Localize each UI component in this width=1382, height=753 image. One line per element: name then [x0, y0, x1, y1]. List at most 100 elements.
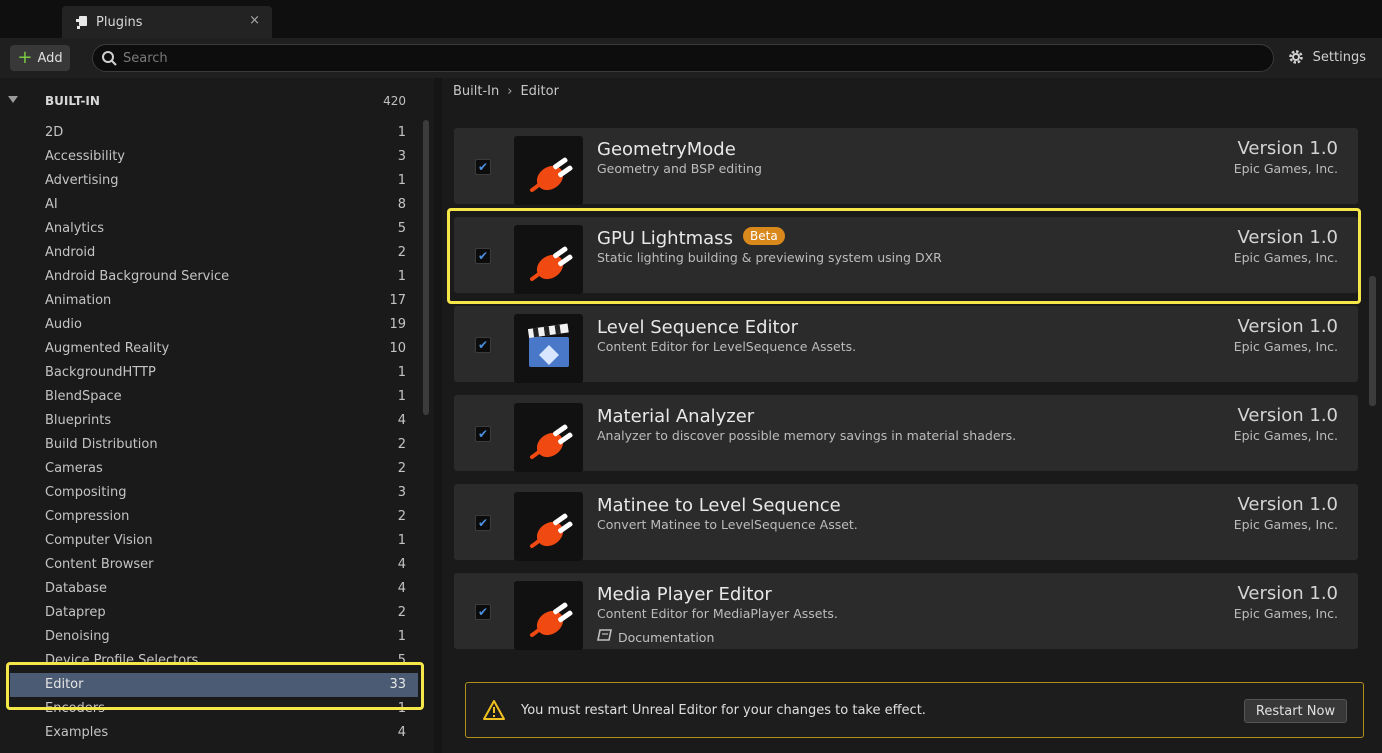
sidebar-item-build-distribution[interactable]: Build Distribution 2 — [10, 433, 418, 457]
sidebar-item-accessibility[interactable]: Accessibility 3 — [10, 145, 418, 169]
sidebar-item-count: 5 — [397, 221, 406, 236]
gear-icon — [1288, 50, 1303, 64]
sidebar-item-label: Examples — [45, 725, 109, 740]
sidebar-item-computer-vision[interactable]: Computer Vision 1 — [10, 529, 418, 553]
sidebar-item-label: Compositing — [45, 485, 127, 500]
sidebar-item-count: 1 — [397, 389, 406, 404]
sidebar-item-label: BlendSpace — [45, 389, 122, 404]
enabled-checkbox[interactable]: ✔ — [475, 604, 491, 620]
sidebar-item-label: 2D — [45, 125, 64, 140]
sidebar-item-label: Database — [45, 581, 108, 596]
plug-icon — [514, 403, 583, 472]
sidebar-item-advertising[interactable]: Advertising 1 — [10, 169, 418, 193]
sidebar-item-android-background-service[interactable]: Android Background Service 1 — [10, 265, 418, 289]
plugin-description: Analyzer to discover possible memory sav… — [597, 428, 1017, 443]
restart-notice: You must restart Unreal Editor for your … — [465, 682, 1364, 738]
sidebar-item-compression[interactable]: Compression 2 — [10, 505, 418, 529]
sidebar-item-audio[interactable]: Audio 19 — [10, 313, 418, 337]
plugin-card-material-analyzer[interactable]: ✔ Material Analyzer Analyzer to discover p… — [454, 395, 1358, 472]
sidebar-item-animation[interactable]: Animation 17 — [10, 289, 418, 313]
search-input[interactable] — [123, 50, 1223, 66]
sidebar-item-content-browser[interactable]: Content Browser 4 — [10, 553, 418, 577]
sidebar-item-label: Android — [45, 245, 96, 260]
plugin-highlight-frame — [447, 208, 1361, 304]
settings-button[interactable]: Settings — [1287, 48, 1366, 66]
sidebar-item-label: Content Browser — [45, 557, 154, 572]
sidebar-item-database[interactable]: Database 4 — [10, 577, 418, 601]
sidebar-item-examples[interactable]: Examples 4 — [10, 721, 418, 745]
enabled-checkbox[interactable]: ✔ — [475, 426, 491, 442]
sidebar-item-label: Dataprep — [45, 605, 106, 620]
plugin-description: Geometry and BSP editing — [597, 161, 762, 176]
sidebar-item-label: Animation — [45, 293, 112, 308]
plugin-author: Epic Games, Inc. — [1233, 339, 1338, 354]
plugin-name: GeometryMode — [597, 139, 736, 160]
sidebar-item-analytics[interactable]: Analytics 5 — [10, 217, 418, 241]
sidebar-item-label: Android Background Service — [45, 269, 230, 284]
add-button-label: Add — [37, 50, 63, 66]
sidebar-item-augmented-reality[interactable]: Augmented Reality 10 — [10, 337, 418, 361]
sidebar-item-cameras[interactable]: Cameras 2 — [10, 457, 418, 481]
documentation-label: Documentation — [618, 629, 715, 645]
plugin-card-geometrymode[interactable]: ✔ GeometryMode Geometry and BSP editing Ver… — [454, 128, 1358, 205]
sidebar-item-count: 1 — [397, 629, 406, 644]
plugin-list-scrollbar[interactable] — [1369, 276, 1376, 406]
sidebar-item-count: 1 — [397, 125, 406, 140]
documentation-link[interactable]: Documentation — [597, 629, 714, 645]
sidebar-item-label: Computer Vision — [45, 533, 153, 548]
sidebar-item-ai[interactable]: AI 8 — [10, 193, 418, 217]
sidebar-item-blendspace[interactable]: BlendSpace 1 — [10, 385, 418, 409]
warning-icon — [483, 700, 505, 720]
enabled-checkbox[interactable]: ✔ — [475, 337, 491, 353]
plugin-author: Epic Games, Inc. — [1233, 161, 1338, 176]
toolbar: + Add Settings — [0, 38, 1382, 78]
close-icon[interactable]: × — [249, 13, 260, 28]
add-button[interactable]: + Add — [10, 45, 70, 71]
sidebar-item-label: Audio — [45, 317, 82, 332]
sidebar-item-count: 19 — [389, 317, 406, 332]
sidebar-item-blueprints[interactable]: Blueprints 4 — [10, 409, 418, 433]
search-box[interactable] — [92, 44, 1274, 72]
sidebar-item-label: Compression — [45, 509, 130, 524]
plug-icon — [514, 581, 583, 650]
breadcrumb: Built-In › Editor — [453, 82, 559, 100]
sidebar-item-label: Augmented Reality — [45, 341, 170, 356]
sidebar-item-android[interactable]: Android 2 — [10, 241, 418, 265]
plug-icon — [514, 136, 583, 205]
collapse-triangle-icon[interactable] — [8, 96, 18, 103]
plugin-card-matinee-to-level-sequence[interactable]: ✔ Matinee to Level Sequence Convert Matine… — [454, 484, 1358, 561]
plugin-description: Convert Matinee to LevelSequence Asset. — [597, 517, 858, 532]
sidebar-item-label: AI — [45, 197, 58, 212]
enabled-checkbox[interactable]: ✔ — [475, 159, 491, 175]
sidebar-item-count: 4 — [397, 413, 406, 428]
plugin-name: Media Player Editor — [597, 584, 772, 605]
sidebar-item-count: 2 — [397, 605, 406, 620]
category-group-built-in[interactable]: BUILT-IN 420 — [0, 90, 420, 112]
tab-bar: Plugins × — [0, 0, 1382, 38]
enabled-checkbox[interactable]: ✔ — [475, 515, 491, 531]
sidebar-item-count: 2 — [397, 461, 406, 476]
sidebar-item-count: 2 — [397, 245, 406, 260]
plugin-version: Version 1.0 — [1237, 138, 1338, 159]
sidebar-item-compositing[interactable]: Compositing 3 — [10, 481, 418, 505]
sidebar-item-2d[interactable]: 2D 1 — [10, 121, 418, 145]
plugin-card-media-player-editor[interactable]: ✔ Media Player Editor Content Editor for M… — [454, 573, 1358, 650]
breadcrumb-root[interactable]: Built-In — [453, 84, 499, 99]
sidebar-item-label: Analytics — [45, 221, 105, 236]
sidebar-item-count: 1 — [397, 173, 406, 188]
plugin-author: Epic Games, Inc. — [1233, 606, 1338, 621]
tab-plugins[interactable]: Plugins × — [62, 6, 272, 38]
sidebar-item-dataprep[interactable]: Dataprep 2 — [10, 601, 418, 625]
sidebar-item-count: 4 — [397, 557, 406, 572]
plugin-name: Level Sequence Editor — [597, 317, 799, 338]
plugin-card-level-sequence-editor[interactable]: ✔ Level Sequence Editor Content Editor for… — [454, 306, 1358, 383]
sidebar-item-backgroundhttp[interactable]: BackgroundHTTP 1 — [10, 361, 418, 385]
sidebar-item-count: 17 — [389, 293, 406, 308]
restart-now-button[interactable]: Restart Now — [1244, 699, 1347, 723]
sidebar-scrollbar[interactable] — [423, 120, 429, 415]
breadcrumb-current[interactable]: Editor — [520, 84, 558, 99]
sidebar-item-denoising[interactable]: Denoising 1 — [10, 625, 418, 649]
plugin-version: Version 1.0 — [1237, 494, 1338, 515]
sidebar-item-count: 2 — [397, 437, 406, 452]
sidebar-item-count: 2 — [397, 509, 406, 524]
